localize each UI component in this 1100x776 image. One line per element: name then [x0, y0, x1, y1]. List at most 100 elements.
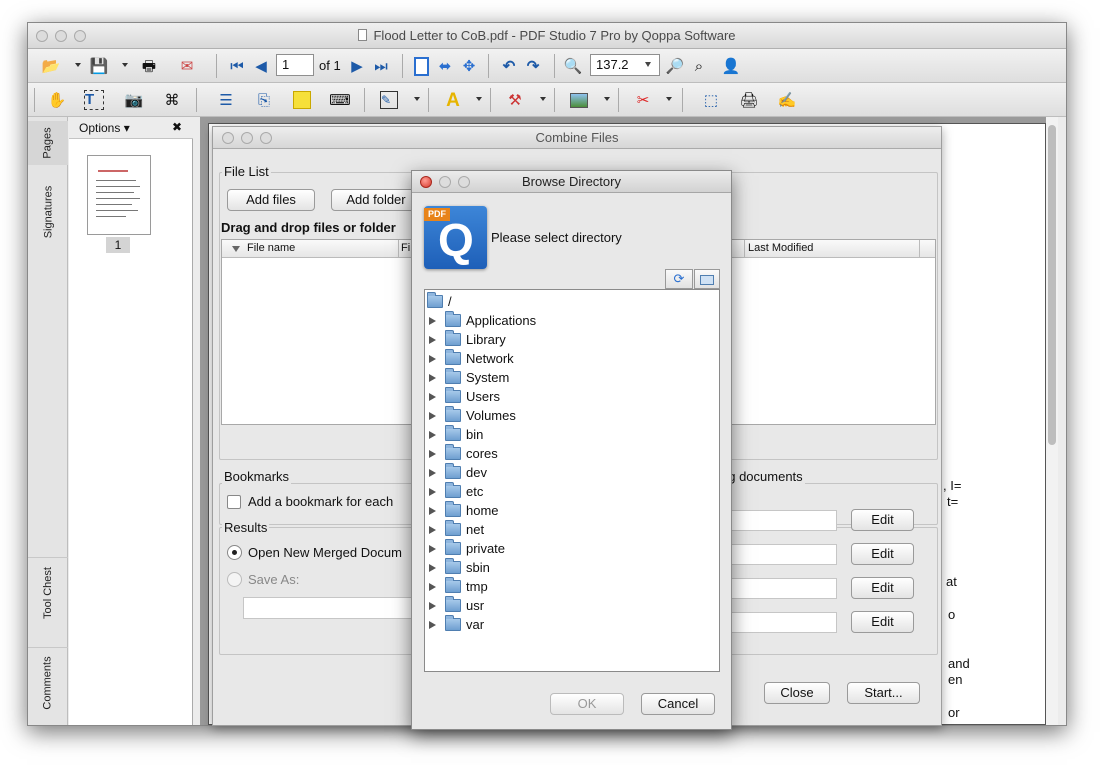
text-box-icon[interactable]: ⎘	[253, 89, 275, 111]
ok-button[interactable]: OK	[550, 693, 624, 715]
sort-descending-icon[interactable]	[232, 246, 240, 252]
stamp-dropdown-icon[interactable]	[540, 97, 546, 101]
option-field-3[interactable]	[731, 578, 837, 599]
document-properties-icon[interactable]: ☰	[215, 89, 237, 111]
combine-minimize-button[interactable]	[241, 132, 253, 144]
shape-dropdown-icon[interactable]	[414, 97, 420, 101]
fit-page-icon[interactable]	[410, 55, 432, 77]
directory-tree[interactable]: / Applications Library Network System Users V…	[424, 289, 720, 672]
zoom-in-icon[interactable]: 🔎	[664, 55, 686, 77]
stamp-user-icon[interactable]: 👤	[720, 55, 742, 77]
tree-item[interactable]: usr	[425, 596, 719, 615]
tree-item[interactable]: Library	[425, 330, 719, 349]
refresh-icon[interactable]: ⟳	[665, 269, 693, 289]
edit-button-2[interactable]: Edit	[851, 543, 914, 565]
print-icon[interactable]: 🖶	[138, 55, 160, 77]
tree-item[interactable]: private	[425, 539, 719, 558]
tree-item[interactable]: dev	[425, 463, 719, 482]
tree-item[interactable]: tmp	[425, 577, 719, 596]
tab-comments[interactable]: Comments	[28, 647, 68, 717]
pencil-shape-icon[interactable]: ✎	[378, 89, 400, 111]
image-icon[interactable]	[568, 89, 590, 111]
expand-arrow-icon[interactable]	[429, 450, 436, 458]
add-files-button[interactable]: Add files	[227, 189, 315, 211]
browse-close-button[interactable]	[420, 176, 432, 188]
start-button[interactable]: Start...	[847, 682, 920, 704]
zoom-out-icon[interactable]: 🔍	[562, 55, 584, 77]
expand-arrow-icon[interactable]	[429, 507, 436, 515]
next-page-icon[interactable]: ▶	[346, 55, 368, 77]
previous-page-icon[interactable]: ◀	[250, 55, 272, 77]
stamp-icon[interactable]: ⚒	[504, 89, 526, 111]
tree-item[interactable]: Network	[425, 349, 719, 368]
page-number-input[interactable]: 1	[276, 54, 314, 76]
sign-document-icon[interactable]: ✍	[776, 89, 798, 111]
scanner-icon[interactable]: 🖨	[738, 89, 760, 111]
form-select-icon[interactable]: ⬚	[700, 89, 722, 111]
fit-width-icon[interactable]: ⬌	[434, 55, 456, 77]
tab-signatures[interactable]: Signatures	[28, 177, 68, 247]
tree-item[interactable]: home	[425, 501, 719, 520]
open-merged-radio[interactable]	[227, 545, 242, 560]
expand-arrow-icon[interactable]	[429, 317, 436, 325]
expand-arrow-icon[interactable]	[429, 374, 436, 382]
tab-tool-chest[interactable]: Tool Chest	[28, 557, 68, 627]
edit-button-3[interactable]: Edit	[851, 577, 914, 599]
tree-item[interactable]: bin	[425, 425, 719, 444]
expand-arrow-icon[interactable]	[429, 431, 436, 439]
tree-item[interactable]: etc	[425, 482, 719, 501]
browse-zoom-button[interactable]	[458, 176, 470, 188]
expand-arrow-icon[interactable]	[429, 355, 436, 363]
option-field-1[interactable]	[731, 510, 837, 531]
close-panel-icon[interactable]: ✖	[172, 120, 182, 134]
first-page-icon[interactable]: ⏮	[226, 55, 248, 77]
highlight-dropdown-icon[interactable]	[476, 97, 482, 101]
browse-minimize-button[interactable]	[439, 176, 451, 188]
text-select-icon[interactable]: T	[83, 89, 105, 111]
col-file-name[interactable]: File name	[247, 242, 295, 254]
tree-item[interactable]: Applications	[425, 311, 719, 330]
snapshot-camera-icon[interactable]: 📷	[123, 89, 145, 111]
expand-arrow-icon[interactable]	[429, 412, 436, 420]
highlight-text-icon[interactable]: A	[442, 89, 464, 111]
sticky-note-icon[interactable]	[291, 89, 313, 111]
tree-item[interactable]: sbin	[425, 558, 719, 577]
option-field-4[interactable]	[731, 612, 837, 633]
tree-item[interactable]: Users	[425, 387, 719, 406]
email-icon[interactable]: ✉	[176, 55, 198, 77]
rotate-cw-icon[interactable]: ↷	[522, 55, 544, 77]
new-folder-icon[interactable]	[694, 269, 720, 289]
expand-arrow-icon[interactable]	[429, 469, 436, 477]
combine-zoom-button[interactable]	[260, 132, 272, 144]
edit-button-4[interactable]: Edit	[851, 611, 914, 633]
tree-item[interactable]: var	[425, 615, 719, 634]
open-dropdown-icon[interactable]	[75, 63, 81, 67]
tree-root[interactable]: /	[425, 292, 719, 311]
expand-arrow-icon[interactable]	[429, 602, 436, 610]
scroll-thumb[interactable]	[1048, 125, 1056, 445]
zoom-area-icon[interactable]: ⌕	[688, 55, 710, 77]
save-dropdown-icon[interactable]	[122, 63, 128, 67]
expand-arrow-icon[interactable]	[429, 583, 436, 591]
tab-pages[interactable]: Pages	[28, 121, 68, 165]
combine-close-dialog-button[interactable]: Close	[764, 682, 830, 704]
typewriter-icon[interactable]: ⌨	[329, 89, 351, 111]
minimize-window-button[interactable]	[55, 30, 67, 42]
page-thumbnail[interactable]	[87, 155, 151, 235]
fit-height-icon[interactable]: ✥	[458, 55, 480, 77]
save-icon[interactable]: 💾	[88, 55, 110, 77]
open-folder-icon[interactable]: 📂	[40, 55, 62, 77]
col-last-modified[interactable]: Last Modified	[748, 242, 813, 254]
expand-arrow-icon[interactable]	[429, 488, 436, 496]
save-as-path-input[interactable]	[243, 597, 413, 619]
options-menu[interactable]: Options ▾	[79, 121, 130, 135]
bookmark-checkbox[interactable]	[227, 495, 241, 509]
expand-arrow-icon[interactable]	[429, 526, 436, 534]
expand-arrow-icon[interactable]	[429, 393, 436, 401]
close-window-button[interactable]	[36, 30, 48, 42]
expand-arrow-icon[interactable]	[429, 336, 436, 344]
combine-close-button[interactable]	[222, 132, 234, 144]
tree-item[interactable]: net	[425, 520, 719, 539]
tree-item[interactable]: System	[425, 368, 719, 387]
zoom-dropdown-icon[interactable]	[645, 62, 651, 67]
